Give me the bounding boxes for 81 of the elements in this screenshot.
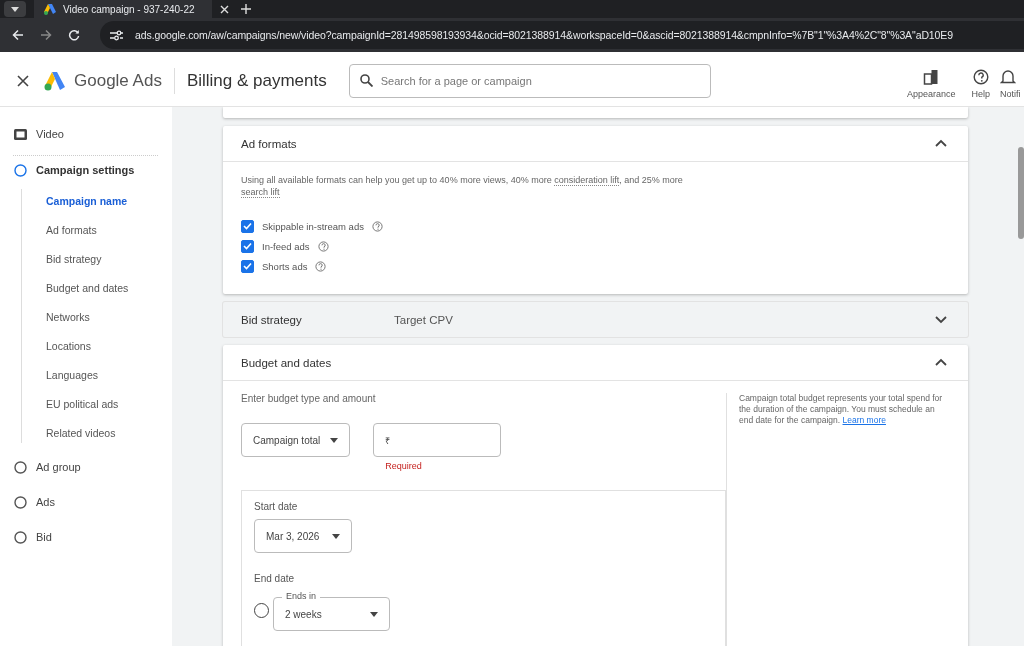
sidebar-item[interactable]: Bid [0, 527, 172, 547]
check-icon [243, 222, 252, 230]
reload-icon [68, 29, 80, 41]
section-title: Budget and dates [241, 356, 333, 369]
ads-logo-icon [44, 3, 56, 15]
sidebar-item[interactable]: Video [0, 124, 172, 144]
address-field[interactable]: ads.google.com/aw/campaigns/new/video?campaignId=281498598193934&ocid=8021388914&workspaceId=0&ascid=8021388914&cmpnInfo=%7B"1"%3A4%2C"8"%3A"aD10E9 [100, 21, 1024, 49]
sidebar-subitem[interactable]: Budget and dates [22, 278, 172, 298]
checkbox-label: Shorts ads [262, 260, 308, 272]
help-icon [972, 68, 989, 85]
help-text: Campaign total budget represents your total spend for the duration of the campaign. You must schedule an end date for the campaign. Learn more [739, 393, 944, 426]
tab-title: Video campaign - 937-240-22 [63, 3, 195, 15]
sidebar-item[interactable]: Ads [0, 492, 172, 512]
field-label: Start date [254, 501, 299, 512]
caret-icon [330, 437, 339, 443]
term-link[interactable]: search lift [241, 187, 280, 198]
ads-logo-icon [44, 70, 66, 91]
site-settings-icon [110, 29, 123, 41]
checkbox[interactable] [241, 219, 254, 233]
chevron-down-icon[interactable] [934, 313, 948, 326]
amount-field[interactable] [373, 423, 502, 457]
checkbox-label: In-feed ads [262, 240, 310, 252]
description-text: Using all available formats can help you get up to 40% more views, 40% more consideration lift, and 25% more search lift [241, 174, 684, 198]
checkbox[interactable] [241, 259, 254, 273]
page-title: Billing & payments [186, 70, 327, 91]
search-field[interactable]: Search for a page or campaign [348, 63, 711, 98]
google-ads-logo[interactable]: Google Ads [44, 70, 162, 91]
help-icon [371, 220, 383, 232]
help-icon [315, 260, 327, 272]
help-icon [317, 240, 329, 252]
section-title: Ad formats [241, 137, 298, 150]
step-circle-icon [14, 530, 27, 544]
field-prompt: Enter budget type and amount [241, 393, 377, 404]
sidebar-subitem[interactable]: Locations [22, 336, 172, 356]
search-icon [359, 73, 373, 87]
checkbox[interactable] [241, 239, 254, 253]
tab-menu-button[interactable] [4, 1, 26, 17]
close-icon [17, 74, 29, 87]
scrollbar-thumb[interactable] [1018, 147, 1024, 239]
check-icon [243, 262, 252, 270]
sidebar-item[interactable]: Ad group [0, 457, 172, 477]
learn-more-link[interactable]: Learn more [842, 415, 886, 425]
sidebar-subitem[interactable]: EU political ads [22, 394, 172, 414]
sidebar-subitem[interactable]: Related videos [22, 423, 172, 443]
bell-icon [1000, 68, 1016, 85]
browser-tab[interactable]: Video campaign - 937-240-22 [34, 0, 212, 18]
back-icon [12, 29, 24, 41]
checkbox-label: Skippable in-stream ads [262, 220, 364, 232]
sidebar-subitem[interactable]: Networks [22, 307, 172, 327]
bell-button[interactable]: Notifi [1000, 68, 1024, 99]
plus-icon [241, 4, 251, 14]
section-title: Bid strategy [241, 313, 303, 326]
floating-label: Ends in [282, 591, 321, 601]
caret-icon [370, 611, 378, 617]
url-text: ads.google.com/aw/campaigns/new/video?campaignId=281498598193934&ocid=8021388914&workspaceId=0&ascid=8021388914&cmpnInfo=%7B"1"%3A4%2C"8"%3A"aD10E9 [135, 29, 953, 41]
close-button[interactable] [16, 73, 30, 88]
sidebar-item[interactable]: Campaign settings [0, 160, 172, 180]
currency-prefix: ₹ [385, 435, 391, 447]
sidebar-subitem[interactable]: Campaign name [22, 191, 172, 211]
field-label: End date [254, 573, 296, 584]
appearance-button[interactable]: Appearance [906, 68, 956, 99]
caret-icon [11, 6, 19, 12]
caret-icon [332, 533, 340, 539]
start-date-dropdown[interactable]: Mar 3, 2026 [254, 519, 352, 553]
step-circle-icon [14, 495, 27, 509]
app-name: Google Ads [74, 70, 162, 91]
help-button[interactable]: Help [971, 68, 990, 99]
budget-type-dropdown[interactable]: Campaign total [241, 423, 351, 457]
radio-button[interactable] [254, 603, 269, 618]
close-icon [220, 4, 229, 14]
step-circle-icon [14, 163, 27, 177]
video-icon [14, 128, 27, 140]
section-value: Target CPV [394, 313, 453, 326]
sidebar-subitem[interactable]: Languages [22, 365, 172, 385]
step-circle-icon [14, 460, 27, 474]
sidebar-subitem[interactable]: Bid strategy [22, 249, 172, 269]
sidebar-subitem[interactable]: Ad formats [22, 220, 172, 240]
appearance-icon [923, 68, 940, 85]
check-icon [243, 242, 252, 250]
error-text: Required [385, 461, 422, 471]
forward-icon [40, 29, 52, 41]
